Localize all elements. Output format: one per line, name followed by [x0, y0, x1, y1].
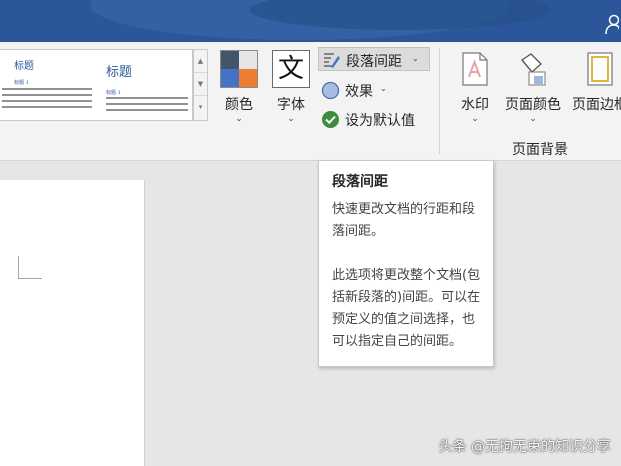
fonts-button[interactable]: 文 字体 ⌄ — [268, 50, 314, 132]
set-as-default-label: 设为默认值 — [345, 113, 415, 129]
title-bar — [0, 0, 621, 42]
chevron-down-icon: ⌄ — [235, 114, 243, 124]
credit-watermark: 头条 @无拘无束的知识分享 — [438, 439, 611, 455]
style-set-gallery: 标题 标题 1 标题 标题 1 — [0, 49, 193, 121]
effects-label: 效果 — [345, 84, 373, 100]
page-background-group-label: 页面背景 — [512, 142, 568, 158]
style-thumbnail-heading1: 标题 1 — [106, 90, 121, 96]
tooltip-title: 段落间距 — [332, 174, 388, 190]
chevron-down-icon: ⌄ — [529, 114, 537, 124]
fonts-label: 字体 — [277, 97, 305, 113]
style-thumbnail-title: 标题 — [14, 61, 34, 72]
effects-circle-icon — [321, 81, 340, 100]
tooltip-body: 快速更改文档的行距和段落间距。 此选项将更改整个文档(包括新段落的)间距。可以在… — [332, 202, 481, 349]
page-color-button[interactable]: 页面颜色 ⌄ — [502, 50, 564, 132]
style-thumbnail-text-lines — [106, 97, 188, 115]
color-swatch-3 — [221, 69, 239, 87]
style-thumbnail-title: 标题 — [106, 65, 133, 80]
color-swatch-1 — [221, 51, 239, 69]
style-set-thumbnail-1[interactable]: 标题 标题 1 — [0, 50, 96, 120]
chevron-down-icon: ⌄ — [287, 114, 295, 124]
page-borders-label: 页面边框 — [572, 97, 621, 113]
page-borders-button[interactable]: 页面边框 — [566, 50, 621, 132]
paragraph-spacing-tooltip: 段落间距 快速更改文档的行距和段落间距。 此选项将更改整个文档(包括新段落的)间… — [318, 160, 494, 367]
theme-colors-icon — [220, 50, 258, 88]
chevron-down-icon: ⌄ — [380, 84, 387, 93]
paragraph-spacing-icon — [324, 53, 340, 68]
paragraph-spacing-label: 段落间距 — [346, 54, 402, 70]
page-color-label: 页面颜色 — [505, 97, 561, 113]
colors-button[interactable]: 颜色 ⌄ — [216, 50, 262, 132]
chevron-down-icon: ⌄ — [412, 54, 419, 63]
fonts-icon: 文 — [272, 50, 310, 88]
page-color-icon — [521, 53, 546, 86]
document-page[interactable] — [0, 180, 145, 466]
design-ribbon: 标题 标题 1 标题 标题 1 ▲ ▼ ▾ 颜色 ⌄ 文 字体 ⌄ 段落间距 ⌄… — [0, 42, 621, 161]
effects-button[interactable]: 效果 ⌄ — [318, 78, 430, 102]
gallery-scroll-up-icon[interactable]: ▲ — [194, 50, 207, 73]
margin-corner-mark — [18, 256, 42, 279]
watermark-label: 水印 — [461, 97, 489, 113]
checkmark-icon — [322, 111, 339, 128]
watermark-icon — [462, 52, 488, 86]
page-borders-icon — [587, 52, 613, 86]
watermark-button[interactable]: 水印 ⌄ — [452, 50, 498, 132]
gallery-scrollbar: ▲ ▼ ▾ — [193, 49, 208, 121]
paragraph-spacing-button[interactable]: 段落间距 ⌄ — [318, 47, 430, 71]
color-swatch-4 — [239, 69, 257, 87]
gallery-more-icon[interactable]: ▾ — [194, 96, 207, 119]
gallery-scroll-down-icon[interactable]: ▼ — [194, 73, 207, 96]
color-swatch-2 — [239, 51, 257, 69]
style-thumbnail-text-lines — [2, 88, 92, 112]
style-thumbnail-heading1: 标题 1 — [14, 80, 29, 86]
set-as-default-button[interactable]: 设为默认值 — [318, 107, 430, 131]
chevron-down-icon: ⌄ — [471, 114, 479, 124]
user-account-icon[interactable] — [605, 14, 619, 34]
style-set-thumbnail-2[interactable]: 标题 标题 1 — [98, 50, 192, 120]
colors-label: 颜色 — [225, 97, 253, 113]
